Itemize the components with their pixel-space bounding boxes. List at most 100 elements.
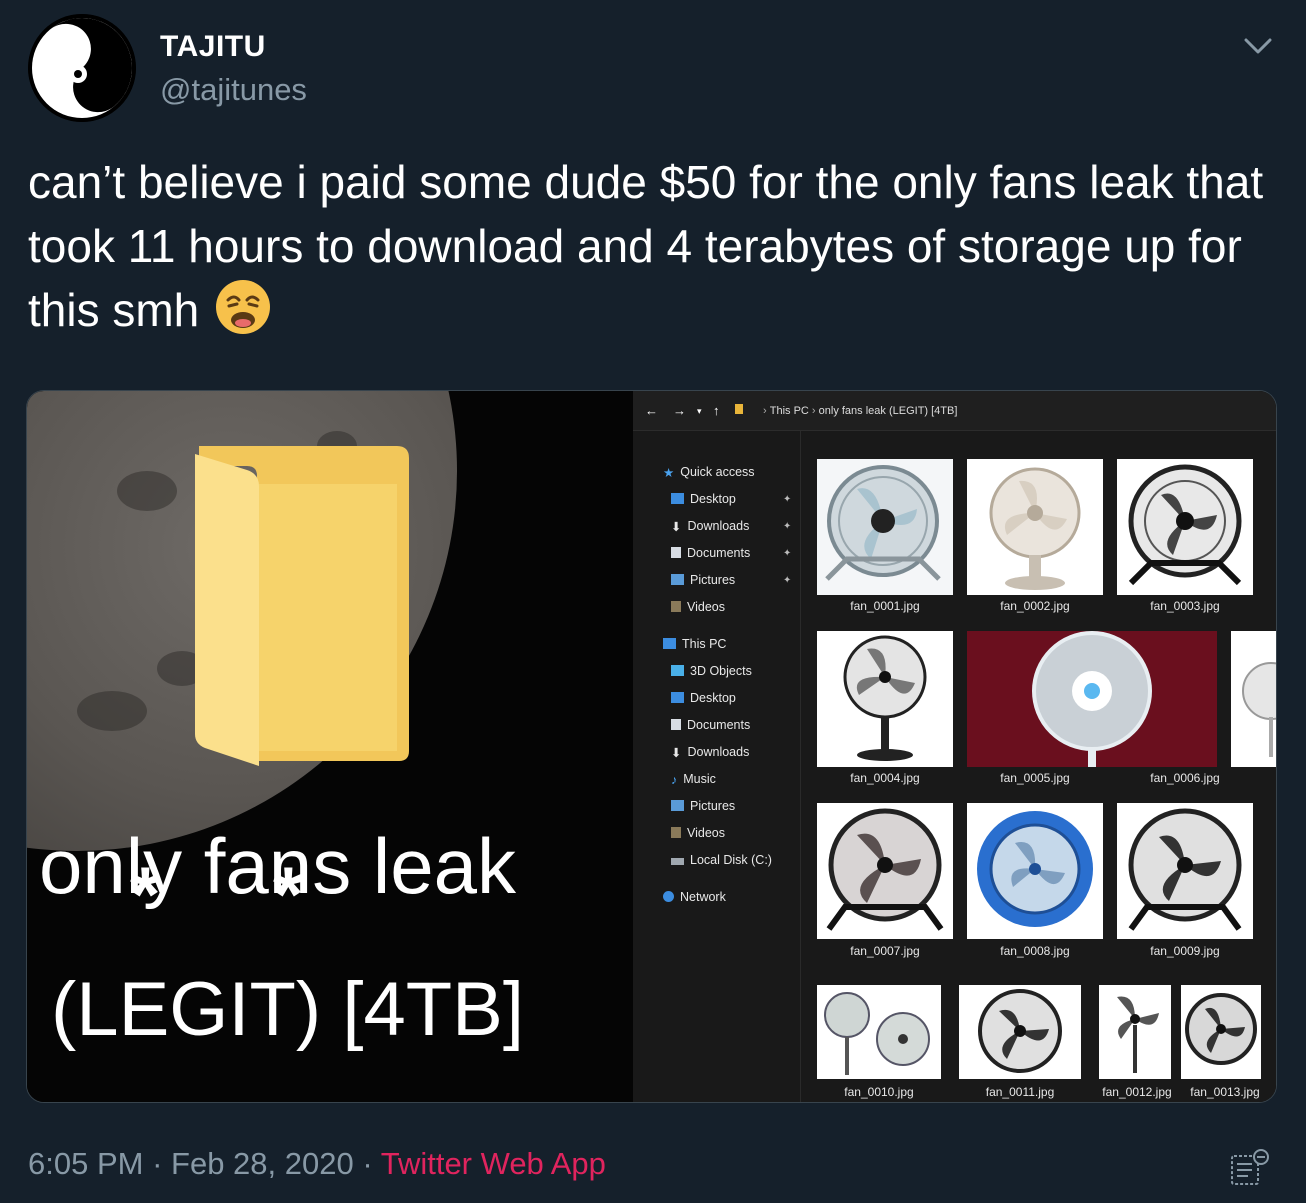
file-name[interactable]: fan_0001.jpg: [817, 599, 953, 613]
breadcrumb-folder[interactable]: only fans leak (LEGIT) [4TB]: [819, 405, 958, 417]
navigation-pane: ★ Quick access Desktop ✦ ⬇ Downloads ✦ Doc…: [633, 431, 801, 1102]
file-name[interactable]: fan_0002.jpg: [967, 599, 1103, 613]
weary-face-emoji-icon: [216, 280, 271, 334]
folder-artwork: only fans leak * * (LEGIT) [4TB]: [27, 391, 633, 1102]
file-name[interactable]: fan_0008.jpg: [967, 944, 1103, 958]
pedestal-fan-image: [1231, 631, 1276, 767]
pedestal-fan-image: [817, 631, 953, 767]
sidebar-item-network[interactable]: Network: [663, 890, 726, 904]
sidebar-item-desktop-pc[interactable]: Desktop: [671, 691, 736, 705]
tweet-media[interactable]: only fans leak * * (LEGIT) [4TB] ← → ▾ ↑…: [26, 390, 1277, 1103]
download-icon: ⬇: [671, 746, 682, 760]
file-thumbnail[interactable]: [817, 803, 953, 939]
file-name[interactable]: fan_0006.jpg: [1117, 771, 1253, 785]
black-floor-fan-image: [1117, 803, 1253, 939]
document-icon: [671, 547, 681, 558]
file-name[interactable]: fan_0005.jpg: [967, 771, 1103, 785]
pictures-icon: [671, 574, 684, 585]
tweet-source[interactable]: Twitter Web App: [381, 1146, 606, 1181]
sidebar-item-pictures[interactable]: Pictures: [671, 573, 735, 587]
author-handle[interactable]: @tajitunes: [160, 72, 307, 108]
file-grid: fan_0001.jpg fan_0002.jpg fan_0003.jpg f…: [801, 431, 1276, 1102]
breadcrumb[interactable]: › This PC › only fans leak (LEGIT) [4TB]: [763, 405, 957, 417]
forward-arrow-icon[interactable]: →: [673, 403, 686, 418]
address-bar: ← → ▾ ↑ › This PC › only fans leak (LEGI…: [633, 391, 1276, 431]
file-name[interactable]: fan_0009.jpg: [1117, 944, 1253, 958]
file-thumbnail[interactable]: [967, 631, 1217, 767]
sidebar-item-downloads[interactable]: ⬇ Downloads: [671, 519, 749, 534]
sidebar-item-3d-objects[interactable]: 3D Objects: [671, 664, 752, 678]
pictures-icon: [671, 800, 684, 811]
file-thumbnail[interactable]: [817, 459, 953, 595]
document-icon: [671, 719, 681, 730]
file-thumbnail[interactable]: [1117, 459, 1253, 595]
analytics-icon[interactable]: [1230, 1148, 1270, 1188]
pin-icon: ✦: [783, 521, 792, 532]
sidebar-item-videos-pc[interactable]: Videos: [671, 826, 725, 840]
file-explorer-window: ← → ▾ ↑ › This PC › only fans leak (LEGI…: [633, 391, 1276, 1102]
computer-icon: [663, 638, 676, 649]
file-thumbnail[interactable]: [817, 631, 953, 767]
wall-fans-image: [817, 985, 941, 1079]
sidebar-item-this-pc[interactable]: This PC: [663, 637, 726, 651]
censor-asterisk: *: [130, 850, 161, 938]
tweet-time[interactable]: 6:05 PM: [28, 1146, 143, 1181]
up-arrow-icon[interactable]: ↑: [713, 403, 720, 418]
desk-fan-image: [967, 459, 1103, 595]
download-icon: ⬇: [671, 520, 682, 534]
sidebar-item-desktop[interactable]: Desktop: [671, 492, 736, 506]
sidebar-item-quick-access[interactable]: ★ Quick access: [663, 465, 755, 480]
file-thumbnail[interactable]: [817, 985, 941, 1079]
folder-subtitle: (LEGIT) [4TB]: [51, 967, 524, 1052]
file-name[interactable]: fan_0013.jpg: [1183, 1085, 1267, 1099]
music-icon: ♪: [671, 773, 678, 787]
avatar[interactable]: [28, 14, 136, 122]
chevron-down-icon[interactable]: [1240, 28, 1276, 64]
file-thumbnail[interactable]: [1117, 803, 1253, 939]
file-thumbnail[interactable]: [959, 985, 1081, 1079]
separator: ·: [353, 1146, 381, 1181]
file-thumbnail[interactable]: [967, 459, 1103, 595]
tweet-timestamp[interactable]: 6:05 PM · Feb 28, 2020 · Twitter Web App: [28, 1146, 606, 1182]
star-icon: ★: [663, 466, 675, 480]
pin-icon: ✦: [783, 494, 792, 505]
sidebar-item-music[interactable]: ♪ Music: [671, 772, 716, 787]
back-arrow-icon[interactable]: ←: [645, 403, 658, 418]
file-thumbnail[interactable]: [1181, 985, 1261, 1079]
black-floor-fan-image: [1181, 985, 1261, 1079]
file-name[interactable]: fan_0010.jpg: [811, 1085, 947, 1099]
folder-pin-icon: [733, 402, 745, 419]
sidebar-item-local-disk[interactable]: Local Disk (C:): [671, 853, 772, 867]
network-icon: [663, 891, 674, 902]
file-name[interactable]: fan_0004.jpg: [817, 771, 953, 785]
video-icon: [671, 827, 681, 838]
black-floor-fan-image: [1117, 459, 1253, 595]
floor-fan-image: [817, 459, 953, 595]
sidebar-item-documents-pc[interactable]: Documents: [671, 718, 750, 732]
file-thumbnail[interactable]: [1099, 985, 1171, 1079]
desktop-icon: [671, 493, 684, 504]
file-name[interactable]: fan_0003.jpg: [1117, 599, 1253, 613]
sidebar-item-pictures-pc[interactable]: Pictures: [671, 799, 735, 813]
pin-icon: ✦: [783, 575, 792, 586]
file-name[interactable]: fan_0012.jpg: [1099, 1085, 1175, 1099]
desktop-icon: [671, 692, 684, 703]
separator: ·: [143, 1146, 172, 1181]
file-name[interactable]: fan_0011.jpg: [952, 1085, 1088, 1099]
yin-yang-logo: [28, 14, 136, 122]
pedestal-fan-image: [1099, 985, 1171, 1079]
file-thumbnail[interactable]: [1231, 631, 1276, 767]
sidebar-item-videos[interactable]: Videos: [671, 600, 725, 614]
cube-icon: [671, 665, 684, 676]
recent-dropdown-icon[interactable]: ▾: [697, 406, 702, 417]
sidebar-item-documents[interactable]: Documents: [671, 546, 750, 560]
floor-fan-image: [959, 985, 1081, 1079]
file-thumbnail[interactable]: [967, 803, 1103, 939]
breadcrumb-this-pc[interactable]: This PC: [770, 405, 809, 417]
sidebar-item-downloads-pc[interactable]: ⬇ Downloads: [671, 745, 749, 760]
file-name[interactable]: fan_0007.jpg: [817, 944, 953, 958]
pin-icon: ✦: [783, 548, 792, 559]
author-name[interactable]: TAJITU: [160, 30, 266, 64]
white-pedestal-fan-image: [967, 631, 1217, 767]
tweet-date[interactable]: Feb 28, 2020: [171, 1146, 354, 1181]
